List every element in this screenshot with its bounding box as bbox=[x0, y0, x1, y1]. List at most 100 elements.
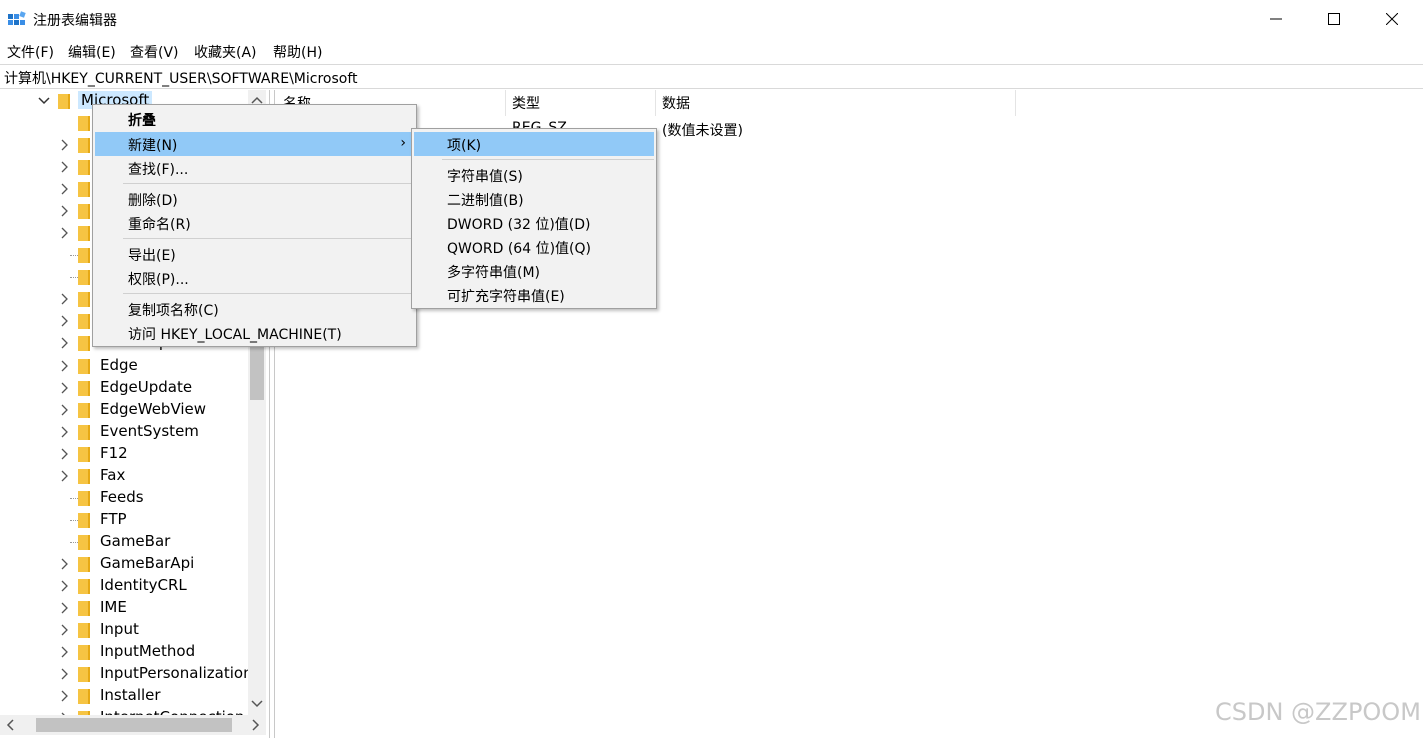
submenu-item-binary[interactable]: 二进制值(B) bbox=[414, 187, 654, 211]
tree-item[interactable]: F12 bbox=[0, 443, 248, 465]
tree-item-label: Edge bbox=[100, 356, 138, 374]
chevron-right-icon bbox=[61, 183, 68, 195]
chevron-right-icon bbox=[61, 315, 68, 327]
chevron-down-icon[interactable] bbox=[251, 700, 263, 708]
tree-item[interactable]: IME bbox=[0, 597, 248, 619]
folder-icon bbox=[58, 94, 70, 109]
tree-item-label: InputMethod bbox=[100, 642, 196, 660]
tree-item-label: IdentityCRL bbox=[100, 576, 187, 594]
chevron-right-icon[interactable] bbox=[252, 719, 260, 731]
folder-icon bbox=[78, 469, 90, 484]
tree-item[interactable]: Fax bbox=[0, 465, 248, 487]
chevron-up-icon[interactable] bbox=[251, 96, 263, 104]
folder-icon bbox=[78, 270, 90, 285]
tree-item-label: Fax bbox=[100, 466, 126, 484]
chevron-left-icon[interactable] bbox=[6, 719, 14, 731]
address-bar[interactable]: 计算机\HKEY_CURRENT_USER\SOFTWARE\Microsoft bbox=[0, 64, 1423, 89]
scrollbar-thumb[interactable] bbox=[36, 718, 232, 732]
watermark: CSDN @ZZPOOM bbox=[1215, 698, 1421, 726]
address-path[interactable]: 计算机\HKEY_CURRENT_USER\SOFTWARE\Microsoft bbox=[4, 68, 358, 88]
submenu-item-multi-string[interactable]: 多字符串值(M) bbox=[414, 259, 654, 283]
chevron-right-icon bbox=[61, 624, 68, 636]
tree-item[interactable]: InputMethod bbox=[0, 641, 248, 663]
maximize-button[interactable] bbox=[1305, 0, 1363, 38]
folder-icon bbox=[78, 689, 90, 704]
folder-icon bbox=[78, 336, 90, 351]
menu-item-permissions[interactable]: 权限(P)... bbox=[95, 266, 414, 290]
menu-bar: 文件(F) 编辑(E) 查看(V) 收藏夹(A) 帮助(H) bbox=[0, 40, 1423, 62]
chevron-right-icon bbox=[61, 602, 68, 614]
menu-item-find[interactable]: 查找(F)... bbox=[95, 156, 414, 180]
folder-icon bbox=[78, 623, 90, 638]
menu-item-export[interactable]: 导出(E) bbox=[95, 242, 414, 266]
column-header-type[interactable]: 类型 bbox=[512, 93, 540, 113]
tree-item[interactable]: GameBarApi bbox=[0, 553, 248, 575]
menu-item-new[interactable]: 新建(N) › bbox=[95, 132, 414, 156]
title-bar: 注册表编辑器 bbox=[0, 0, 1423, 38]
tree-horizontal-scrollbar[interactable] bbox=[0, 715, 266, 735]
tree-item[interactable]: InputPersonalization bbox=[0, 663, 253, 685]
menu-item-rename[interactable]: 重命名(R) bbox=[95, 211, 414, 235]
close-button[interactable] bbox=[1363, 0, 1421, 38]
menu-help[interactable]: 帮助(H) bbox=[273, 42, 322, 62]
folder-icon bbox=[78, 579, 90, 594]
tree-item-label: EdgeWebView bbox=[100, 400, 207, 418]
column-header-data[interactable]: 数据 bbox=[662, 93, 690, 113]
submenu-item-dword[interactable]: DWORD (32 位)值(D) bbox=[414, 211, 654, 235]
tree-item[interactable]: Feeds bbox=[0, 487, 248, 509]
menu-item-goto-hklm[interactable]: 访问 HKEY_LOCAL_MACHINE(T) bbox=[95, 321, 414, 345]
tree-item[interactable]: Input bbox=[0, 619, 248, 641]
tree-item[interactable]: EventSystem bbox=[0, 421, 248, 443]
registry-editor-icon bbox=[8, 11, 26, 25]
chevron-right-icon bbox=[61, 205, 68, 217]
chevron-right-icon bbox=[61, 668, 68, 680]
chevron-right-icon bbox=[61, 139, 68, 151]
folder-icon bbox=[78, 138, 90, 153]
tree-item[interactable]: Edge bbox=[0, 355, 248, 377]
tree-item-label: EventSystem bbox=[100, 422, 199, 440]
menu-file[interactable]: 文件(F) bbox=[7, 42, 54, 62]
chevron-right-icon bbox=[61, 161, 68, 173]
folder-icon bbox=[78, 292, 90, 307]
tree-item-label: Feeds bbox=[100, 488, 144, 506]
chevron-right-icon bbox=[61, 404, 68, 416]
submenu-item-qword[interactable]: QWORD (64 位)值(Q) bbox=[414, 235, 654, 259]
chevron-right-icon bbox=[61, 382, 68, 394]
menu-item-collapse[interactable]: 折叠 bbox=[95, 107, 414, 131]
tree-item[interactable]: EdgeWebView bbox=[0, 399, 248, 421]
tree-item[interactable]: Installer bbox=[0, 685, 248, 707]
tree-item-label: FTP bbox=[100, 510, 127, 528]
folder-icon bbox=[78, 667, 90, 682]
menu-favorites[interactable]: 收藏夹(A) bbox=[194, 42, 257, 62]
menu-view[interactable]: 查看(V) bbox=[130, 42, 179, 62]
value-data-cell[interactable]: (数值未设置) bbox=[662, 120, 743, 140]
tree-item[interactable]: FTP bbox=[0, 509, 248, 531]
folder-icon bbox=[78, 160, 90, 175]
menu-item-copy-key-name[interactable]: 复制项名称(C) bbox=[95, 297, 414, 321]
tree-item-label: InputPersonalization bbox=[100, 664, 253, 682]
submenu-item-string[interactable]: 字符串值(S) bbox=[414, 163, 654, 187]
chevron-right-icon bbox=[61, 227, 68, 239]
tree-item-label: GameBar bbox=[100, 532, 171, 550]
context-menu: 折叠 新建(N) › 查找(F)... 删除(D) 重命名(R) 导出(E) 权… bbox=[92, 104, 417, 347]
folder-icon bbox=[78, 226, 90, 241]
submenu-item-key[interactable]: 项(K) bbox=[414, 132, 654, 156]
tree-item[interactable]: GameBar bbox=[0, 531, 248, 553]
maximize-icon bbox=[1328, 13, 1340, 25]
tree-item[interactable]: EdgeUpdate bbox=[0, 377, 248, 399]
chevron-down-icon bbox=[38, 97, 50, 105]
chevron-right-icon bbox=[61, 448, 68, 460]
folder-icon bbox=[78, 403, 90, 418]
folder-icon bbox=[78, 248, 90, 263]
chevron-right-icon bbox=[61, 580, 68, 592]
chevron-right-icon bbox=[61, 337, 68, 349]
submenu-item-expandable-string[interactable]: 可扩充字符串值(E) bbox=[414, 283, 654, 307]
window-title: 注册表编辑器 bbox=[33, 13, 117, 29]
minimize-button[interactable] bbox=[1247, 0, 1305, 38]
scrollbar-thumb[interactable] bbox=[250, 340, 264, 400]
tree-item[interactable]: IdentityCRL bbox=[0, 575, 248, 597]
chevron-right-icon bbox=[61, 426, 68, 438]
tree-item-label: F12 bbox=[100, 444, 128, 462]
menu-edit[interactable]: 编辑(E) bbox=[68, 42, 116, 62]
menu-item-delete[interactable]: 删除(D) bbox=[95, 187, 414, 211]
